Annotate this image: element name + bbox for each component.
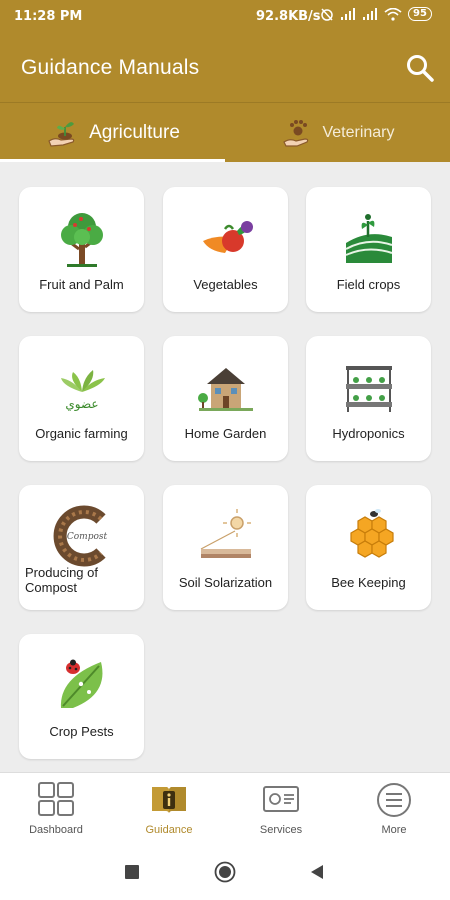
card-label-line-2: Compost	[25, 580, 78, 595]
card-label: Crop Pests	[49, 724, 114, 739]
category-tabs: Agriculture Veterinary	[0, 102, 450, 162]
card-field-crops[interactable]: Field crops	[306, 187, 431, 312]
services-card-icon	[263, 786, 299, 812]
nav-label-guidance: Guidance	[145, 824, 193, 836]
card-hydroponics[interactable]: Hydroponics	[306, 336, 431, 461]
wifi-icon	[384, 7, 402, 21]
card-label-line-1: Producing of	[25, 565, 98, 580]
compost-icon: Compost	[53, 505, 108, 567]
book-info-icon	[152, 787, 186, 813]
page-title: Guidance Manuals	[21, 56, 200, 79]
card-label: Organic farming	[35, 426, 128, 441]
tab-agriculture[interactable]: Agriculture	[0, 103, 225, 163]
honeycomb-icon	[350, 509, 394, 558]
card-soil-solarization[interactable]: Soil Solarization	[163, 485, 288, 610]
plant-hand-icon	[48, 122, 75, 147]
card-label: Vegetables	[193, 277, 258, 292]
back-button-icon[interactable]	[309, 864, 325, 880]
card-organic-farming[interactable]: عضوي Organic farming	[19, 336, 144, 461]
soil-solarization-icon	[200, 509, 251, 558]
system-navigation-bar	[0, 848, 450, 900]
card-bee-keeping[interactable]: Bee Keeping	[306, 485, 431, 610]
organic-farming-icon: عضوي	[61, 370, 105, 412]
alarm-off-icon	[321, 8, 333, 21]
nav-label-more: More	[381, 824, 407, 836]
nav-services[interactable]: Services	[225, 773, 337, 849]
recent-apps-icon[interactable]	[124, 864, 140, 880]
tab-veterinary[interactable]: Veterinary	[225, 103, 450, 163]
manual-grid: Fruit and Palm Vegetables Field crops عض…	[0, 162, 450, 772]
tab-label-veterinary: Veterinary	[322, 124, 395, 141]
nav-more[interactable]: More	[338, 773, 450, 849]
tree-icon	[61, 213, 103, 267]
card-producing-of-compost[interactable]: Compost Producing of Compost	[19, 485, 144, 610]
card-home-garden[interactable]: Home Garden	[163, 336, 288, 461]
card-label: Home Garden	[184, 426, 267, 441]
card-label: Producing of Compost	[25, 565, 140, 595]
hydroponics-icon	[346, 366, 392, 412]
house-garden-icon	[198, 368, 253, 411]
nav-dashboard[interactable]: Dashboard	[0, 773, 112, 849]
home-button-icon[interactable]	[214, 861, 236, 883]
nav-label-dashboard: Dashboard	[29, 824, 83, 836]
compost-icon-text: Compost	[67, 532, 108, 542]
field-crops-icon	[345, 214, 393, 263]
paw-hand-icon	[283, 120, 309, 147]
more-menu-icon	[377, 783, 411, 817]
ladybug-leaf-icon	[60, 659, 103, 708]
card-label: Soil Solarization	[178, 575, 273, 590]
organic-farming-icon-text: عضوي	[65, 397, 98, 412]
app-bar: Guidance Manuals	[0, 32, 450, 102]
status-bar: 11:28 PM 92.8KB/s 95	[0, 0, 450, 32]
battery-level: 95	[408, 7, 432, 21]
search-icon[interactable]	[404, 52, 436, 84]
nav-label-services: Services	[259, 824, 303, 836]
card-vegetables[interactable]: Vegetables	[163, 187, 288, 312]
card-crop-pests[interactable]: Crop Pests	[19, 634, 144, 759]
card-label: Fruit and Palm	[39, 277, 124, 292]
signal-icon	[341, 7, 355, 20]
tab-label-agriculture: Agriculture	[89, 122, 180, 143]
signal-icon-2	[363, 7, 377, 20]
vegetables-icon	[203, 221, 253, 253]
status-icons: 95	[320, 7, 432, 21]
card-label: Field crops	[336, 277, 401, 292]
nav-guidance[interactable]: Guidance	[113, 773, 225, 849]
card-label: Hydroponics	[332, 426, 405, 441]
network-speed: 92.8KB/s	[256, 9, 321, 24]
status-time: 11:28 PM	[14, 9, 83, 24]
card-fruit-and-palm[interactable]: Fruit and Palm	[19, 187, 144, 312]
card-label: Bee Keeping	[331, 575, 406, 590]
bottom-navigation: Dashboard Guidance Services More	[0, 772, 450, 848]
dashboard-grid-icon	[38, 782, 74, 816]
